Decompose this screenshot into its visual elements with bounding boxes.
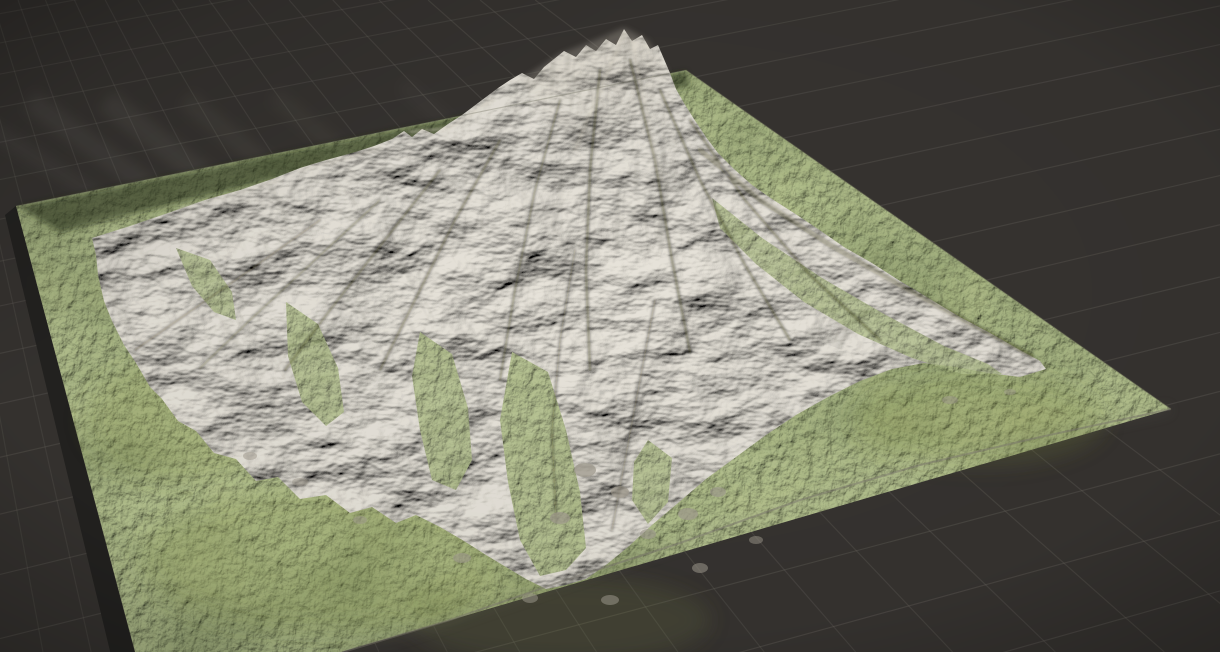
scene-canvas: [0, 0, 1220, 652]
viewport-3d[interactable]: [0, 0, 1220, 652]
top-left-shade: [0, 0, 700, 400]
